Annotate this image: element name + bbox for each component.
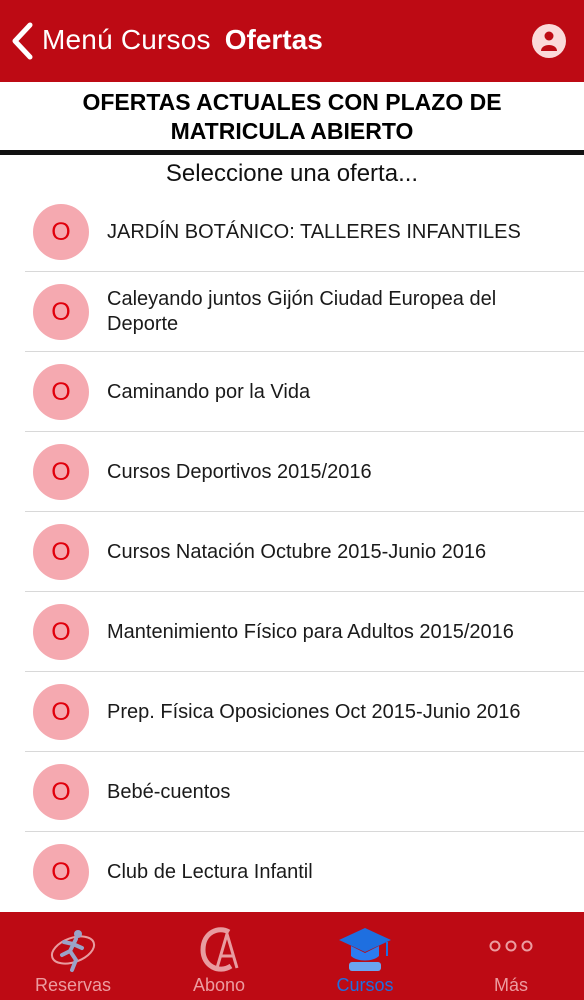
tab-bar: Reservas Abono Cursos Más — [0, 912, 584, 1000]
offer-label: Cursos Deportivos 2015/2016 — [107, 460, 372, 483]
page-title: Ofertas — [224, 24, 323, 55]
offer-badge: O — [33, 764, 89, 820]
offer-row-club-lectura-infantil[interactable]: O Club de Lectura Infantil — [0, 832, 584, 912]
offer-label: Cursos Natación Octubre 2015-Junio 2016 — [107, 540, 487, 563]
offer-label: Caminando por la Vida — [107, 380, 311, 403]
graduation-cap-icon — [339, 928, 391, 971]
tab-label: Más — [493, 975, 528, 995]
offer-badge: O — [33, 364, 89, 420]
user-icon — [541, 31, 557, 51]
offer-label: Caleyando juntos Gijón Ciudad Europea de… — [107, 288, 497, 335]
back-button[interactable]: Menú Cursos — [0, 0, 211, 82]
offer-row-cursos-deportivos[interactable]: O Cursos Deportivos 2015/2016 — [0, 432, 584, 512]
offers-header-title: OFERTAS ACTUALES CON PLAZO DE MATRICULA … — [82, 89, 502, 144]
tab-label: Abono — [192, 975, 246, 995]
tab-label: Reservas — [34, 975, 112, 995]
offer-badge: O — [33, 444, 89, 500]
select-offer-prompt: Seleccione una oferta... — [165, 160, 419, 187]
offer-label: Club de Lectura Infantil — [107, 860, 313, 883]
offer-label: JARDÍN BOTÁNICO: TALLERES INFANTILES — [107, 220, 521, 243]
navigation-bar: Menú Cursos Ofertas — [0, 0, 584, 82]
runner-icon — [50, 930, 96, 972]
user-profile-button[interactable] — [532, 24, 566, 58]
offer-row-bebe-cuentos[interactable]: O Bebé-cuentos — [0, 752, 584, 832]
offer-badge: O — [33, 204, 89, 260]
offer-label: Prep. Física Oposiciones Oct 2015-Junio … — [107, 700, 521, 723]
offer-badge: O — [33, 684, 89, 740]
chevron-left-icon — [12, 22, 33, 60]
monogram-logo-icon — [200, 927, 239, 972]
offer-label: Mantenimiento Físico para Adultos 2015/2… — [107, 620, 514, 643]
offer-row-mantenimiento-fisico[interactable]: O Mantenimiento Físico para Adultos 2015… — [0, 592, 584, 672]
offer-badge: O — [33, 284, 89, 340]
tab-abono[interactable]: Abono — [146, 912, 292, 1000]
offer-row-cursos-natacion[interactable]: O Cursos Natación Octubre 2015-Junio 201… — [0, 512, 584, 592]
tab-mas[interactable]: Más — [438, 912, 584, 1000]
offers-list: O JARDÍN BOTÁNICO: TALLERES INFANTILES O… — [0, 192, 584, 912]
offer-row-caleyando-juntos[interactable]: O Caleyando juntos Gijón Ciudad Europea … — [0, 272, 584, 352]
header-divider — [0, 150, 584, 155]
offer-row-caminando-por-la-vida[interactable]: O Caminando por la Vida — [0, 352, 584, 432]
offer-badge: O — [33, 524, 89, 580]
tab-cursos[interactable]: Cursos — [292, 912, 438, 1000]
offers-header: OFERTAS ACTUALES CON PLAZO DE MATRICULA … — [0, 82, 584, 152]
offer-row-prep-fisica-oposiciones[interactable]: O Prep. Física Oposiciones Oct 2015-Juni… — [0, 672, 584, 752]
offer-badge: O — [33, 604, 89, 660]
offer-badge: O — [33, 844, 89, 900]
offer-label: Bebé-cuentos — [107, 780, 231, 803]
more-dots-icon — [489, 940, 533, 952]
tab-reservas[interactable]: Reservas — [0, 912, 146, 1000]
tab-label: Cursos — [336, 975, 394, 995]
offer-row-jardin-botanico[interactable]: O JARDÍN BOTÁNICO: TALLERES INFANTILES — [0, 192, 584, 272]
back-button-label: Menú Cursos — [42, 24, 211, 55]
